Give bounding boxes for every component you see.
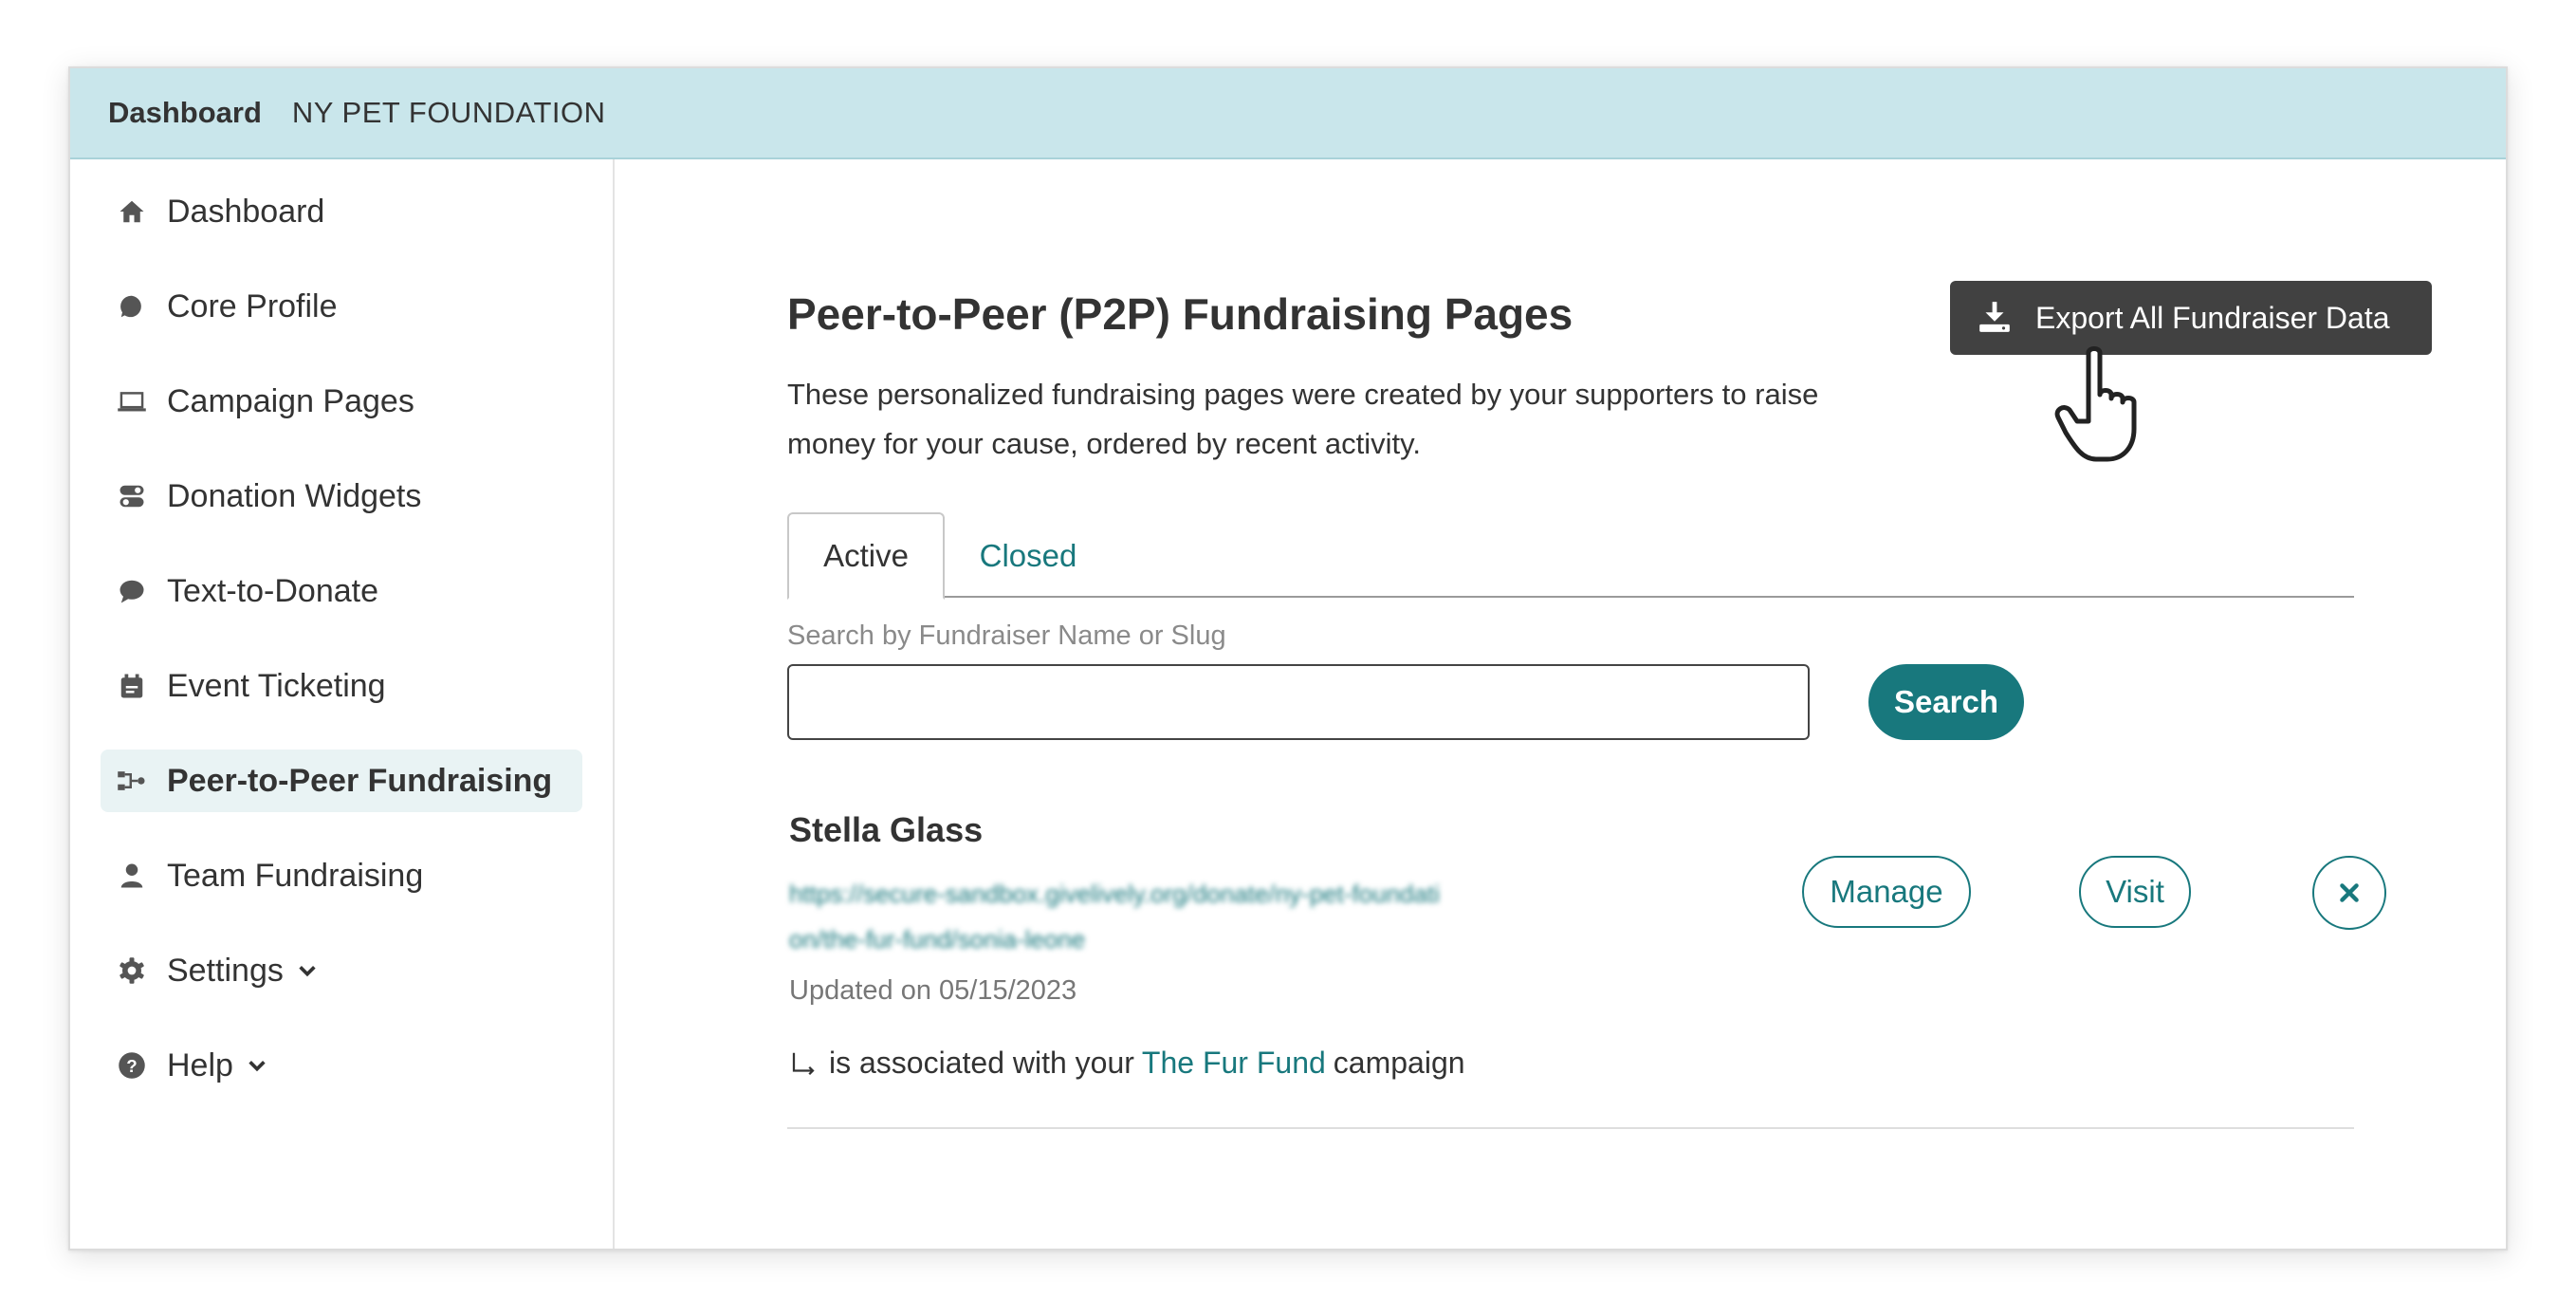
question-icon: ? xyxy=(116,1049,148,1082)
tab-active[interactable]: Active xyxy=(787,512,945,600)
sidebar: Dashboard Core Profile Campaign Pages Do… xyxy=(70,159,615,1249)
sidebar-item-settings[interactable]: Settings xyxy=(101,939,582,1002)
sidebar-item-label: Donation Widgets xyxy=(167,477,422,514)
page-title: Peer-to-Peer (P2P) Fundraising Pages xyxy=(787,289,1573,339)
pointer-hand-cursor-icon xyxy=(2054,346,2137,462)
sidebar-item-core-profile[interactable]: Core Profile xyxy=(101,275,582,338)
campaign-association: is associated with your The Fur Fund cam… xyxy=(789,1046,1465,1081)
updated-date: Updated on 05/15/2023 xyxy=(789,975,1077,1006)
visit-button[interactable]: Visit xyxy=(2079,856,2191,928)
sidebar-item-label: Text-to-Donate xyxy=(167,572,378,609)
manage-button[interactable]: Manage xyxy=(1802,856,1971,928)
home-icon xyxy=(116,195,148,228)
speech-bubble-icon xyxy=(116,290,148,323)
chevron-down-icon xyxy=(247,1055,267,1076)
page-description: These personalized fundraising pages wer… xyxy=(787,378,1819,460)
fundraiser-name: Stella Glass xyxy=(789,810,984,849)
calendar-icon xyxy=(116,670,148,702)
sidebar-item-help[interactable]: ? Help xyxy=(101,1034,582,1097)
laptop-icon xyxy=(116,385,148,417)
export-button-label: Export All Fundraiser Data xyxy=(2035,300,2390,335)
sidebar-item-peer-to-peer-fundraising[interactable]: Peer-to-Peer Fundraising xyxy=(101,750,582,812)
user-icon xyxy=(116,860,148,892)
divider xyxy=(787,1127,2354,1129)
tab-closed[interactable]: Closed xyxy=(945,512,1112,600)
dashboard-link[interactable]: Dashboard xyxy=(108,96,262,130)
close-icon xyxy=(2340,883,2359,902)
status-tabs: Active Closed xyxy=(787,512,2354,600)
sidebar-item-label: Settings xyxy=(167,952,284,989)
organization-name: NY PET FOUNDATION xyxy=(291,96,606,129)
sidebar-item-donation-widgets[interactable]: Donation Widgets xyxy=(101,465,582,528)
sidebar-item-label: Campaign Pages xyxy=(167,382,414,419)
sidebar-item-label: Dashboard xyxy=(167,193,325,230)
sidebar-item-dashboard[interactable]: Dashboard xyxy=(101,180,582,243)
corner-arrow-icon xyxy=(789,1049,818,1078)
chat-icon xyxy=(116,575,148,607)
sidebar-item-team-fundraising[interactable]: Team Fundraising xyxy=(101,844,582,907)
top-bar: Dashboard NY PET FOUNDATION xyxy=(70,68,2506,159)
campaign-link[interactable]: The Fur Fund xyxy=(1142,1046,1326,1081)
p2p-icon xyxy=(116,765,148,797)
search-input[interactable] xyxy=(787,664,1810,740)
svg-text:?: ? xyxy=(126,1056,137,1076)
toggle-icon xyxy=(116,480,148,512)
gear-icon xyxy=(116,954,148,987)
sidebar-item-label: Core Profile xyxy=(167,287,338,324)
export-all-fundraiser-data-button[interactable]: Export All Fundraiser Data xyxy=(1950,281,2432,355)
main-content: Peer-to-Peer (P2P) Fundraising Pages The… xyxy=(616,159,2506,1249)
search-button[interactable]: Search xyxy=(1868,664,2024,740)
sidebar-item-text-to-donate[interactable]: Text-to-Donate xyxy=(101,560,582,622)
association-suffix: campaign xyxy=(1333,1046,1465,1080)
sidebar-item-label: Peer-to-Peer Fundraising xyxy=(167,762,553,799)
sidebar-item-label: Team Fundraising xyxy=(167,857,424,894)
close-fundraiser-button[interactable] xyxy=(2312,856,2386,930)
fundraiser-url[interactable]: https://secure-sandbox.givelively.org/do… xyxy=(789,871,1453,962)
search-label: Search by Fundraiser Name or Slug xyxy=(787,620,1226,651)
app-window: Dashboard NY PET FOUNDATION Dashboard Co… xyxy=(68,66,2508,1250)
sidebar-item-label: Event Ticketing xyxy=(167,667,386,704)
sidebar-item-label: Help xyxy=(167,1046,233,1083)
chevron-down-icon xyxy=(297,960,318,981)
association-prefix: is associated with your xyxy=(829,1046,1134,1080)
download-icon xyxy=(1977,299,2015,337)
sidebar-item-event-ticketing[interactable]: Event Ticketing xyxy=(101,655,582,717)
sidebar-item-campaign-pages[interactable]: Campaign Pages xyxy=(101,370,582,433)
